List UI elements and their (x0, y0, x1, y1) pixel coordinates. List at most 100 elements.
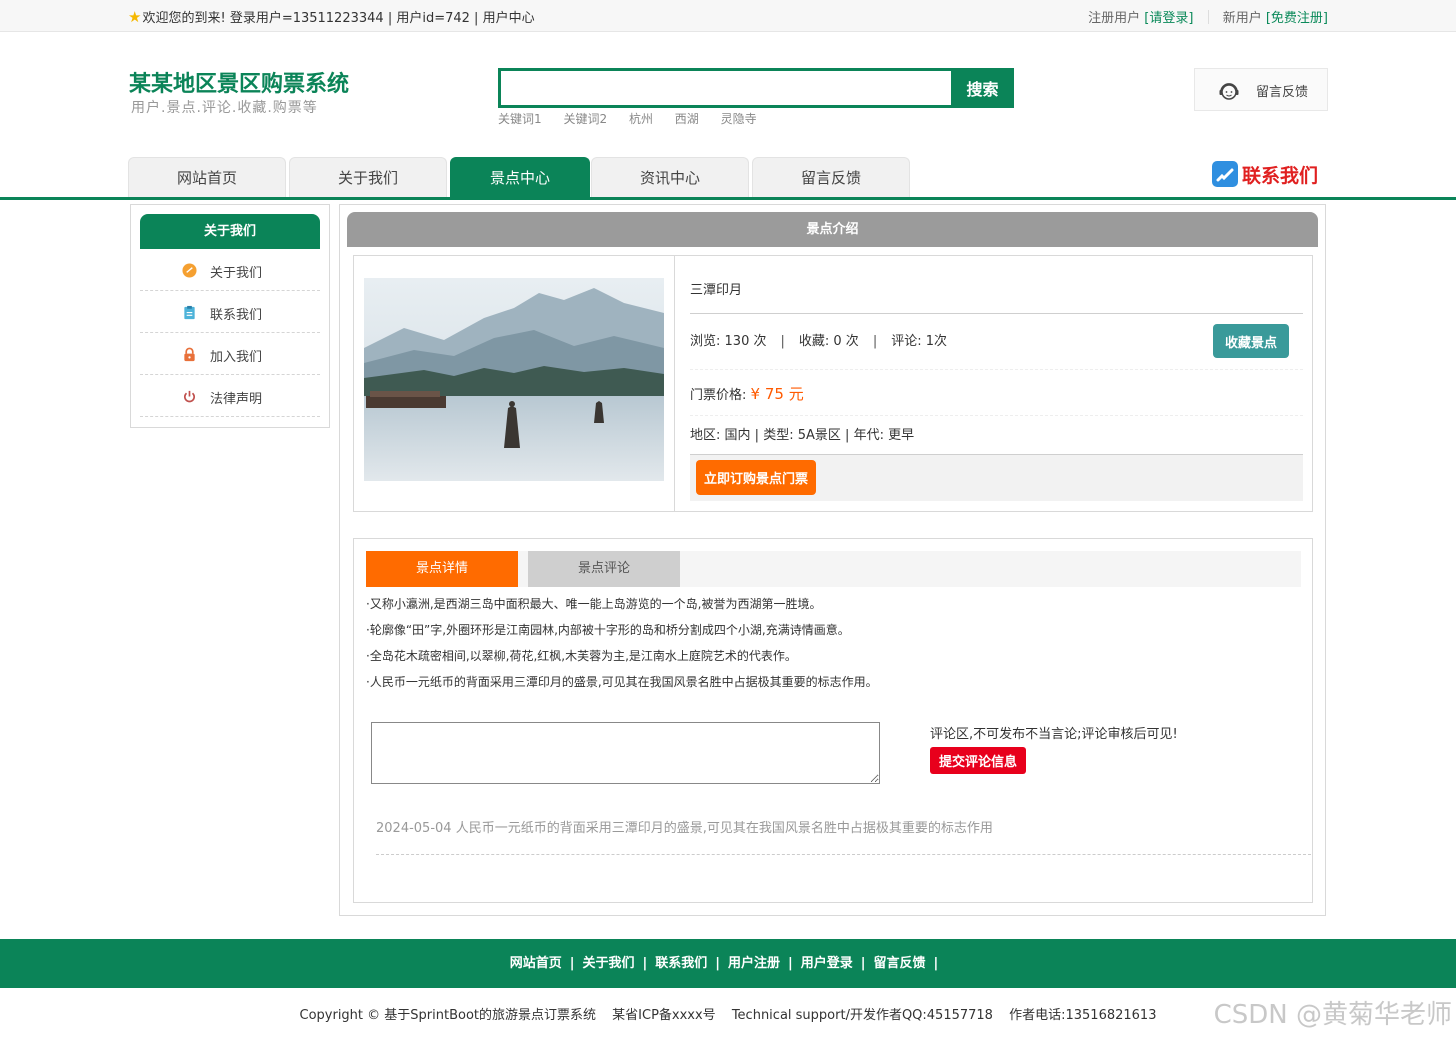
favorites-label: 收藏: (798, 334, 830, 349)
nav-home[interactable]: 网站首页 (128, 157, 286, 197)
watermark: CSDN @黄菊华老师 (1213, 1000, 1452, 1030)
sidebar-item-label: 关于我们 (210, 266, 263, 281)
comment-note: 评论区,不可发布不当言论;评论审核后可见! (930, 727, 1178, 742)
main-content: 景点介绍 三潭印月 浏览: 130 次 | 收藏: 0 次 | 评论: 1次 收… (339, 204, 1326, 916)
description-line: ·人民币一元纸币的背面采用三潭印月的盛景,可见其在我国风景名胜中占据极其重要的标… (366, 675, 878, 689)
footer-separator: | (569, 956, 575, 971)
phone-icon (1212, 161, 1238, 187)
nav-scenic-center[interactable]: 景点中心 (450, 157, 590, 197)
footer-separator: | (715, 956, 720, 971)
views-label: 浏览: (690, 334, 721, 349)
footer-nav: 网站首页 | 关于我们 | 联系我们 | 用户注册 | 用户登录 | 留言反馈 | (0, 939, 1456, 988)
customer-service-icon (1219, 83, 1239, 100)
tab-spot-comments[interactable]: 景点评论 (528, 551, 680, 587)
divider (1207, 10, 1209, 24)
search-input[interactable] (501, 71, 953, 105)
sidebar-item-contact[interactable]: 联系我们 (140, 291, 320, 333)
feedback-button[interactable]: 留言反馈 (1194, 68, 1328, 111)
nav-feedback[interactable]: 留言反馈 (752, 157, 910, 197)
star-icon: ★ (128, 8, 142, 26)
spot-name-row: 三潭印月 (690, 278, 1303, 314)
user-id-text: 用户id=742 (396, 11, 470, 26)
comments-label: 评论: (891, 334, 922, 349)
footer-separator: | (933, 956, 939, 971)
spot-info-panel: 三潭印月 浏览: 130 次 | 收藏: 0 次 | 评论: 1次 收藏景点 门票价格:… (353, 255, 1313, 512)
sidebar-item-legal[interactable]: 法律声明 (140, 375, 320, 417)
price-label: 门票价格: (690, 388, 747, 403)
footer-link-login[interactable]: 用户登录 (801, 956, 853, 971)
contact-us-text: 联系我们 (1242, 164, 1319, 187)
divider: | (780, 334, 785, 349)
submit-comment-button[interactable]: 提交评论信息 (930, 747, 1026, 774)
login-link[interactable]: [请登录] (1144, 11, 1193, 26)
login-user-text: 登录用户=13511223344 (229, 11, 384, 26)
sidebar-item-join[interactable]: 加入我们 (140, 333, 320, 375)
site-title[interactable]: 某某地区景区购票系统 (129, 66, 349, 98)
spot-description: ·又称小瀛洲,是西湖三岛中面积最大、唯一能上岛游览的一个岛,被誉为西湖第一胜境。… (366, 591, 878, 695)
power-icon (184, 390, 195, 403)
registered-user-label: 注册用户 (1088, 11, 1141, 26)
tab-spot-details[interactable]: 景点详情 (366, 551, 518, 587)
footer-link-contact[interactable]: 联系我们 (655, 956, 707, 971)
keyword-link[interactable]: 杭州 (629, 112, 653, 126)
icp-text: 某省ICP备xxxx号 (612, 1008, 716, 1023)
price-value: ¥ 75 元 (750, 385, 804, 403)
type-value: 5A景区 (797, 428, 841, 443)
nav-about[interactable]: 关于我们 (289, 157, 447, 197)
footer-link-feedback[interactable]: 留言反馈 (874, 956, 926, 971)
region-value: 国内 (724, 428, 751, 443)
description-line: ·又称小瀛洲,是西湖三岛中面积最大、唯一能上岛游览的一个岛,被誉为西湖第一胜境。 (366, 597, 822, 611)
top-bar: ★欢迎您的到来! 登录用户=13511223344 | 用户id=742 | 用… (0, 0, 1456, 32)
description-line: ·轮廓像“田”字,外圈环形是江南园林,内部被十字形的岛和桥分割成四个小湖,充满诗… (366, 623, 850, 637)
contact-us-link[interactable]: 联系我们 (1211, 160, 1318, 188)
footer-separator: | (642, 956, 648, 971)
auth-links: 注册用户 [请登录] 新用户 [免费注册] (1088, 7, 1328, 26)
footer-separator: | (860, 956, 866, 971)
spot-photo (364, 278, 664, 481)
comment-input[interactable] (371, 722, 880, 784)
new-user-label: 新用户 (1222, 11, 1262, 26)
region-label: 地区: (690, 428, 721, 443)
search-button[interactable]: 搜索 (951, 68, 1014, 108)
stats-row: 浏览: 130 次 | 收藏: 0 次 | 评论: 1次 收藏景点 (690, 322, 1303, 370)
buy-ticket-button[interactable]: 立即订购景点门票 (696, 460, 816, 495)
hot-keywords: 关键词1 关键词2 杭州 西湖 灵隐寺 (498, 110, 775, 127)
price-row: 门票价格: ¥ 75 元 (690, 374, 1303, 416)
site-subtitle: 用户.景点.评论.收藏.购票等 (131, 100, 318, 116)
sidebar-item-about[interactable]: 关于我们 (140, 249, 320, 291)
nav-news[interactable]: 资讯中心 (591, 157, 749, 197)
footer-link-home[interactable]: 网站首页 (510, 956, 562, 971)
sidebar-item-label: 联系我们 (210, 308, 263, 323)
era-value: 更早 (888, 428, 915, 443)
footer-link-about[interactable]: 关于我们 (582, 956, 634, 971)
views-value: 130 次 (724, 334, 767, 349)
keyword-link[interactable]: 关键词2 (563, 112, 607, 126)
user-center-link[interactable]: 用户中心 (483, 11, 535, 26)
description-line: ·全岛花木疏密相间,以翠柳,荷花,红枫,木芙蓉为主,是江南水上庭院艺术的代表作。 (366, 649, 797, 663)
welcome-text: 欢迎您的到来! (142, 11, 226, 26)
type-label: 类型: (763, 428, 794, 443)
buy-row: 立即订购景点门票 (690, 455, 1303, 501)
section-title: 景点介绍 (347, 212, 1318, 247)
main-nav: 网站首页 关于我们 景点中心 资讯中心 留言反馈 联系我们 (0, 157, 1456, 200)
clipboard-icon (184, 305, 195, 320)
sidebar: 关于我们 关于我们 联系我们 加入我们 法律声明 (130, 204, 330, 428)
collect-button[interactable]: 收藏景点 (1213, 324, 1289, 358)
comment-item: 2024-05-04 人民币一元纸币的背面采用三潭印月的盛景,可见其在我国风景名… (376, 811, 1311, 855)
lock-icon (184, 347, 195, 362)
comments-value: 1次 (925, 334, 948, 349)
register-link[interactable]: [免费注册] (1266, 11, 1328, 26)
favorites-value: 0 次 (833, 334, 859, 349)
keyword-link[interactable]: 西湖 (675, 112, 699, 126)
search-box: 搜索 (498, 68, 1014, 108)
footer-separator: | (788, 956, 793, 971)
footer-link-register[interactable]: 用户注册 (728, 956, 780, 971)
spot-name: 三潭印月 (690, 283, 743, 298)
meta-row: 地区: 国内 | 类型: 5A景区 | 年代: 更早 (690, 419, 1303, 455)
keyword-link[interactable]: 关键词1 (498, 112, 542, 126)
tabs-bar: 景点详情 景点评论 (366, 551, 1301, 587)
welcome-area: ★欢迎您的到来! 登录用户=13511223344 | 用户id=742 | 用… (128, 8, 535, 26)
sidebar-item-label: 加入我们 (210, 350, 263, 365)
support-text: Technical support/开发作者QQ:45157718 (731, 1008, 993, 1023)
keyword-link[interactable]: 灵隐寺 (721, 112, 757, 126)
